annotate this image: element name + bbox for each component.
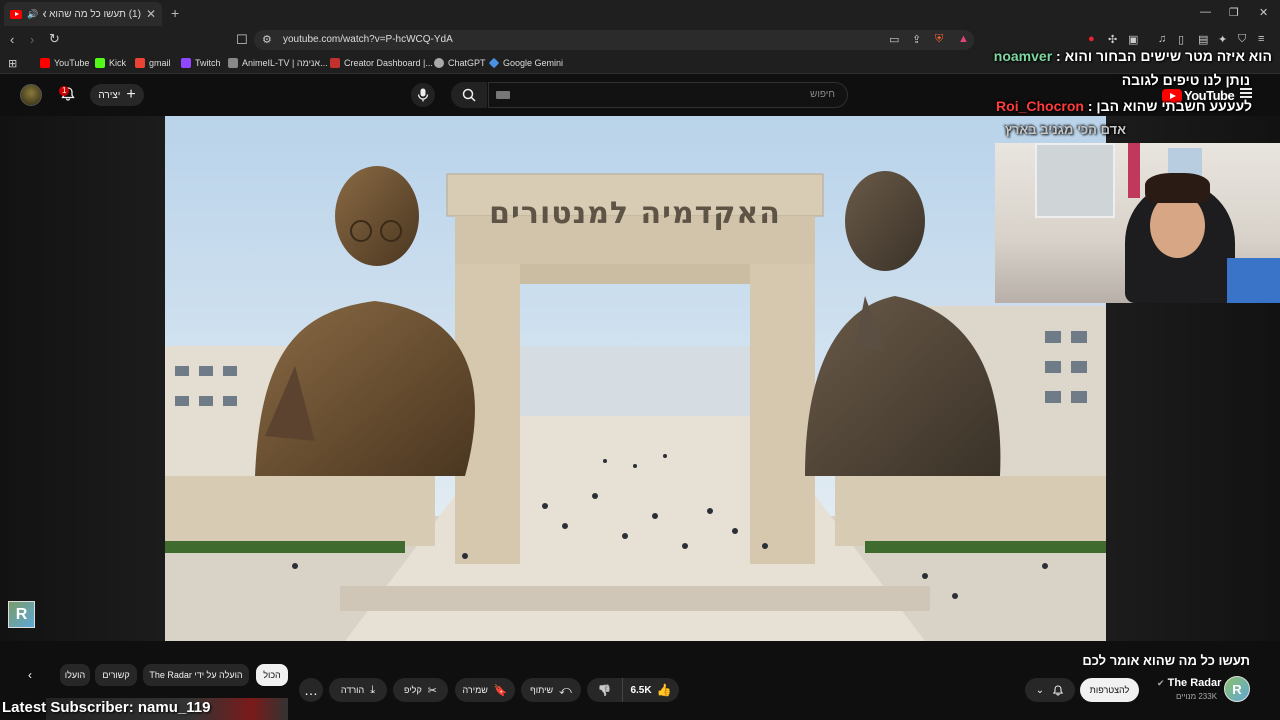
chatgpt-icon	[434, 58, 444, 68]
subscriber-count: 233K מנויים	[1176, 692, 1218, 701]
chat-message-2-cont: אדם הכי מגניב בארץ	[1004, 122, 1126, 137]
share-page-icon[interactable]: ⇪	[912, 33, 921, 46]
bookmark-icon[interactable]: ☐	[236, 32, 248, 48]
youtube-icon	[40, 58, 50, 68]
leo-ai-icon[interactable]: ✦	[1218, 33, 1227, 46]
clip-button[interactable]: ✂ קליפ	[393, 678, 448, 702]
chevron-left-icon[interactable]: ‹	[28, 668, 32, 682]
bell-icon	[1053, 684, 1064, 696]
video-thumbnail-scene	[165, 116, 1106, 641]
bookmark-creator-dashboard[interactable]: Creator Dashboard |...	[330, 58, 433, 68]
guide-menu-icon[interactable]	[1240, 88, 1252, 98]
chat-message-2: לעעעע חשבתי שהוא הבן : Roi_Chocron	[996, 98, 1252, 114]
cast-icon[interactable]: ▭	[889, 33, 899, 46]
gemini-icon	[488, 57, 500, 69]
share-icon: ⤺	[559, 682, 572, 697]
streamer-webcam	[995, 143, 1280, 303]
chip-all[interactable]: הכול	[256, 664, 288, 686]
chip-related[interactable]: קשורים	[95, 664, 137, 686]
reload-icon[interactable]: ↻	[49, 31, 60, 47]
close-window-icon[interactable]: ✕	[1259, 6, 1268, 19]
channel-avatar[interactable]: R	[1224, 676, 1250, 702]
vpn-icon[interactable]: ⛉	[1238, 33, 1246, 46]
restore-icon[interactable]: ❐	[1229, 6, 1239, 19]
apps-icon[interactable]: ⊞	[8, 57, 17, 70]
bookmark-kick[interactable]: Kick	[95, 58, 126, 68]
bookmark-save-icon: 🔖	[493, 684, 508, 697]
plus-icon: +	[126, 86, 136, 103]
wallet-icon[interactable]: ▤	[1198, 33, 1208, 46]
twitch-icon	[181, 58, 191, 68]
screenshot-icon[interactable]: ▣	[1128, 33, 1138, 46]
close-tab-icon[interactable]: ✕	[146, 7, 156, 21]
animeil-icon	[228, 58, 238, 68]
brave-shield-icon[interactable]: ⛨	[935, 33, 943, 46]
scissors-icon: ✂	[427, 684, 437, 697]
tab-title: (1) תעשו כל מה שהוא אומר ל	[43, 8, 141, 20]
more-horizontal-icon: …	[304, 682, 318, 698]
bookmark-gmail[interactable]: gmail	[135, 58, 171, 68]
browser-menu-icon[interactable]: ≡	[1258, 33, 1264, 45]
more-actions-button[interactable]: …	[299, 678, 323, 702]
forward-icon[interactable]: ›	[30, 32, 34, 47]
webcam-hair	[1145, 173, 1210, 203]
chip-uploaded-by[interactable]: הועלה על ידי The Radar	[143, 664, 249, 686]
download-button[interactable]: ⤓ הורדה	[329, 678, 387, 702]
video-player[interactable]: האקדמיה למנטורים	[165, 116, 1106, 641]
bookmark-twitch[interactable]: Twitch	[181, 58, 221, 68]
webcam-window	[1035, 143, 1115, 218]
record-icon[interactable]: ●	[1088, 33, 1095, 45]
bookmark-gemini[interactable]: Google Gemini	[488, 57, 563, 69]
bookmark-chatgpt[interactable]: ChatGPT	[434, 58, 486, 68]
sidebar-icon[interactable]: ▯	[1178, 33, 1184, 46]
bookmark-youtube[interactable]: YouTube	[40, 58, 89, 68]
player-backdrop-left	[0, 116, 165, 641]
chat-message-1: הוא איזה מטר שישים הבחור והוא : noamver	[993, 48, 1272, 64]
thumbs-down-icon: 👎	[597, 684, 612, 697]
microphone-icon	[417, 88, 429, 102]
youtube-favicon-icon	[10, 9, 22, 19]
verified-check-icon: ✔	[1157, 678, 1165, 688]
browser-tab-strip	[0, 0, 1280, 26]
chat-message-1-cont: נותן לנו טיפים לגובה	[1121, 72, 1250, 88]
site-info-icon[interactable]: ⚙	[262, 33, 272, 46]
webcam-poster-left	[1128, 143, 1140, 198]
webcam-background-object	[1227, 258, 1280, 303]
search-button[interactable]	[451, 82, 487, 108]
dislike-button[interactable]: 👎	[587, 678, 622, 702]
account-avatar[interactable]	[20, 84, 42, 106]
creator-dashboard-icon	[330, 58, 340, 68]
browser-tab[interactable]: 🔊 (1) תעשו כל מה שהוא אומר ל ✕	[4, 2, 162, 26]
keyboard-icon[interactable]	[496, 91, 510, 99]
video-title: תעשו כל מה שהוא אומר לכם	[1082, 653, 1250, 668]
url-text[interactable]: youtube.com/watch?v=P-hcWCQ-YdA	[283, 34, 453, 45]
bookmark-animeil[interactable]: AnimeIL-TV | אנימה...	[228, 58, 328, 68]
minimize-icon[interactable]: —	[1200, 6, 1211, 18]
extensions-icon[interactable]: ✣	[1108, 33, 1117, 46]
back-icon[interactable]: ‹	[10, 32, 14, 47]
search-input[interactable]: חיפוש	[488, 82, 848, 108]
download-icon: ⤓	[370, 683, 376, 696]
share-button[interactable]: ⤺ שיתוף	[521, 678, 581, 702]
brave-rewards-icon[interactable]: ▲	[958, 33, 969, 45]
chip-uploaded[interactable]: הועלו	[60, 664, 90, 686]
channel-name[interactable]: ✔ The Radar	[1157, 677, 1221, 689]
like-button[interactable]: 6.5K 👍	[622, 678, 679, 702]
voice-search-button[interactable]	[411, 83, 435, 107]
subscribe-button[interactable]: להצטרפות	[1080, 678, 1139, 702]
latest-subscriber-overlay: Latest Subscriber: namu_119	[2, 699, 211, 716]
create-button[interactable]: יצירה +	[90, 84, 144, 106]
speaker-icon[interactable]: 🔊	[27, 9, 38, 20]
save-button[interactable]: 🔖 שמירה	[455, 678, 515, 702]
new-tab-icon[interactable]: +	[171, 5, 179, 21]
thumbs-up-icon: 👍	[656, 683, 672, 697]
chevron-down-icon: ⌄	[1035, 684, 1045, 696]
gmail-icon	[135, 58, 145, 68]
media-icon[interactable]: ♫	[1158, 33, 1166, 45]
search-icon	[462, 88, 476, 102]
arch-sign-text: האקדמיה למנטורים	[489, 196, 781, 231]
kick-icon	[95, 58, 105, 68]
channel-watermark-logo[interactable]: R	[8, 601, 35, 628]
notification-preference-button[interactable]: ⌄	[1025, 678, 1075, 702]
